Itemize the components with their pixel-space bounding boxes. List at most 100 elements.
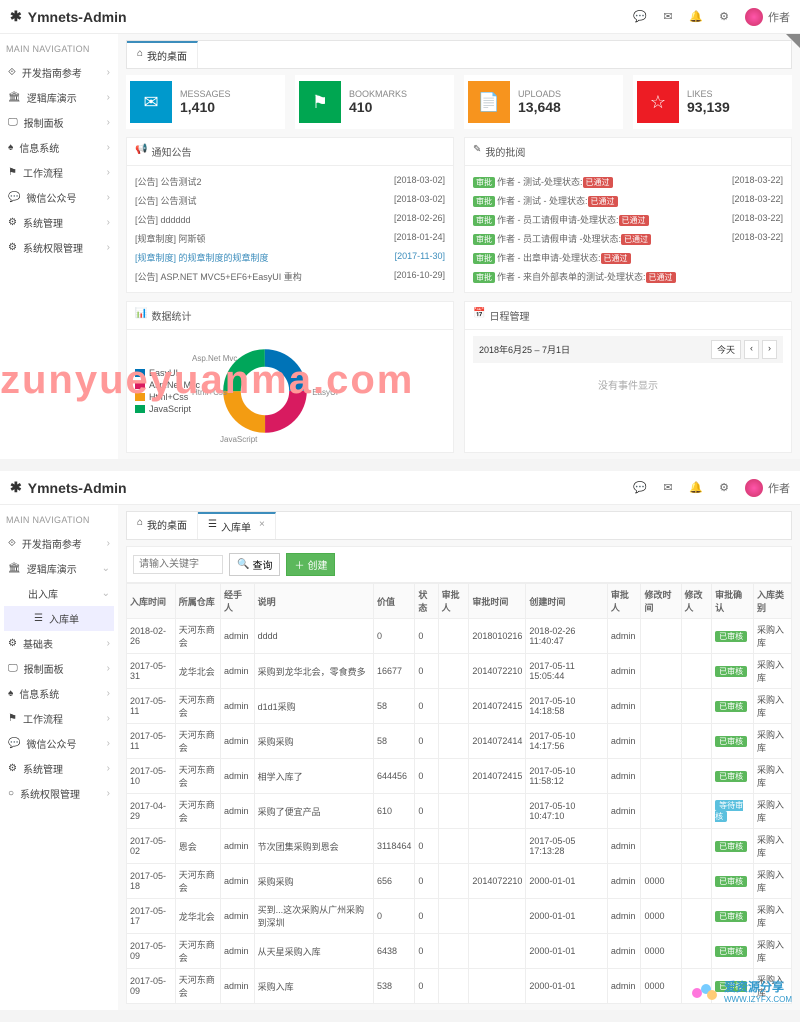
sidebar-item[interactable]: 🏛逻辑库演示⌄ (4, 556, 114, 581)
announce-row[interactable]: [公告] 公告测试2[2018-03-02] (135, 172, 445, 191)
avatar (745, 8, 763, 26)
table-row[interactable]: 2017-05-17龙华北会admin买到...这次采购从广州采购到深圳0020… (127, 899, 792, 934)
table-row[interactable]: 2017-05-31龙华北会admin采购到龙华北会，零食费多166770201… (127, 654, 792, 689)
col-header[interactable]: 入库时间 (127, 584, 176, 619)
sidebar-item[interactable]: 出入库⌄ (4, 581, 114, 606)
sidebar-item[interactable]: ♠信息系统› (4, 135, 114, 160)
menu-icon: ⚙ (8, 217, 17, 228)
sidebar-item[interactable]: 🏛逻辑库演示› (4, 85, 114, 110)
stat-card[interactable]: ⚑BOOKMARKS410 (295, 75, 454, 129)
col-header[interactable]: 审批时间 (469, 584, 526, 619)
table-row[interactable]: 2017-05-09天河东商会admin从天星采购入库643802000-01-… (127, 934, 792, 969)
bell-icon[interactable]: 🔔 (689, 481, 703, 495)
table-row[interactable]: 2017-05-11天河东商会admin采购采购5802014072414201… (127, 724, 792, 759)
settings-icon[interactable]: ⚙ (717, 10, 731, 24)
stat-icon: ✉ (130, 81, 172, 123)
tab-desktop[interactable]: ⌂我的桌面 (127, 41, 198, 68)
announce-row[interactable]: [规章制度] 的规章制度的规章制度[2017-11-30] (135, 248, 445, 267)
sidebar-item[interactable]: 💬微信公众号› (4, 185, 114, 210)
stat-card[interactable]: ✉MESSAGES1,410 (126, 75, 285, 129)
collapse-corner[interactable] (786, 34, 800, 48)
chat-icon[interactable]: 💬 (633, 481, 647, 495)
menu-icon: ♠ (8, 142, 13, 153)
bell-icon[interactable]: 🔔 (689, 10, 703, 24)
user-menu[interactable]: 作者 (745, 479, 790, 497)
approval-row[interactable]: 审批作者 - 员工请假申请-处理状态:已通过[2018-03-22] (473, 210, 783, 229)
sidebar-item[interactable]: 🖵报制面板› (4, 656, 114, 681)
stat-icon: ☆ (637, 81, 679, 123)
list-icon: ☰ (208, 519, 217, 534)
announce-row[interactable]: [公告] dddddd[2018-02-26] (135, 210, 445, 229)
col-header[interactable]: 修改时间 (641, 584, 681, 619)
logo-icon: ✱ (10, 8, 22, 25)
col-header[interactable]: 说明 (254, 584, 373, 619)
sidebar-item[interactable]: ⚙系统管理› (4, 756, 114, 781)
legend-item: Asp.Net Mvc (135, 380, 200, 390)
table-row[interactable]: 2017-04-29天河东商会admin采购了便宜产品61002017-05-1… (127, 794, 792, 829)
sidebar-item[interactable]: ⚙基础表› (4, 631, 114, 656)
approval-row[interactable]: 审批作者 - 来自外部表单的测试-处理状态:已通过 (473, 267, 783, 286)
create-button[interactable]: ＋创建 (286, 553, 335, 576)
announce-row[interactable]: [公告] 公告测试[2018-03-02] (135, 191, 445, 210)
prev-button[interactable]: ‹ (744, 340, 759, 359)
col-header[interactable]: 入库类别 (753, 584, 791, 619)
col-header[interactable]: 审批人 (607, 584, 641, 619)
search-input[interactable] (133, 555, 223, 574)
menu-icon: 💬 (8, 738, 20, 749)
panel-announce: 📢通知公告 [公告] 公告测试2[2018-03-02][公告] 公告测试[20… (126, 137, 454, 293)
next-button[interactable]: › (762, 340, 777, 359)
legend-item: Html+Css (135, 392, 200, 402)
footer-watermark: 爱资源分享 WWW.IZYFX.COM (690, 978, 792, 1004)
col-header[interactable]: 创建时间 (526, 584, 608, 619)
avatar (745, 479, 763, 497)
settings-icon[interactable]: ⚙ (717, 481, 731, 495)
sidebar-item[interactable]: 🖵报制面板› (4, 110, 114, 135)
stat-card[interactable]: ☆LIKES93,139 (633, 75, 792, 129)
search-button[interactable]: 🔍查询 (229, 553, 280, 576)
user-menu[interactable]: 作者 (745, 8, 790, 26)
flower-icon (690, 981, 720, 1001)
table-row[interactable]: 2018-02-26天河东商会admindddd0020180102162018… (127, 619, 792, 654)
col-header[interactable]: 修改人 (681, 584, 712, 619)
sidebar-item[interactable]: ⚑工作流程› (4, 706, 114, 731)
sidebar-item[interactable]: ♠信息系统› (4, 681, 114, 706)
approval-row[interactable]: 审批作者 - 出章申请-处理状态:已通过 (473, 248, 783, 267)
menu-icon: ⚙ (8, 763, 17, 774)
menu-icon: ⚙ (8, 242, 17, 253)
mail-icon[interactable]: ✉ (661, 10, 675, 24)
tab-entry[interactable]: ☰入库单× (198, 512, 276, 539)
announce-row[interactable]: [规章制度] 阿斯顿[2018-01-24] (135, 229, 445, 248)
table-row[interactable]: 2017-05-11天河东商会admind1d1采购58020140724152… (127, 689, 792, 724)
table-row[interactable]: 2017-05-18天河东商会admin采购采购6560201407221020… (127, 864, 792, 899)
today-button[interactable]: 今天 (711, 340, 741, 359)
table-row[interactable]: 2017-05-02恩会admin节次团集采购到恩会311846402017-0… (127, 829, 792, 864)
col-header[interactable]: 状态 (415, 584, 438, 619)
sidebar-item[interactable]: ⚙系统权限管理› (4, 235, 114, 260)
col-header[interactable]: 经手人 (221, 584, 255, 619)
panel-approval: ✎我的批阅 审批作者 - 测试-处理状态:已通过[2018-03-22]审批作者… (464, 137, 792, 293)
sidebar-item[interactable]: ⟐开发指南参考› (4, 531, 114, 556)
menu-icon: ⚑ (8, 167, 17, 178)
approval-row[interactable]: 审批作者 - 员工请假申请 -处理状态:已通过[2018-03-22] (473, 229, 783, 248)
close-icon[interactable]: × (259, 519, 265, 534)
col-header[interactable]: 所属仓库 (175, 584, 220, 619)
sidebar-item[interactable]: ⚙系统管理› (4, 210, 114, 235)
sidebar-item[interactable]: 💬微信公众号› (4, 731, 114, 756)
chat-icon[interactable]: 💬 (633, 10, 647, 24)
col-header[interactable]: 审批确认 (712, 584, 754, 619)
tab-desktop[interactable]: ⌂我的桌面 (127, 512, 198, 539)
search-icon: 🔍 (237, 559, 249, 570)
table-row[interactable]: 2017-05-10天河东商会admin相学入库了644456020140724… (127, 759, 792, 794)
approval-row[interactable]: 审批作者 - 测试-处理状态:已通过[2018-03-22] (473, 172, 783, 191)
menu-icon: ⚑ (8, 713, 17, 724)
approval-row[interactable]: 审批作者 - 测试 - 处理状态:已通过[2018-03-22] (473, 191, 783, 210)
col-header[interactable]: 审批人 (438, 584, 469, 619)
sidebar-item[interactable]: ⚑工作流程› (4, 160, 114, 185)
sidebar-item[interactable]: ⟐开发指南参考› (4, 60, 114, 85)
col-header[interactable]: 价值 (373, 584, 414, 619)
stat-card[interactable]: 📄UPLOADS13,648 (464, 75, 623, 129)
sidebar-item[interactable]: ☰入库单 (4, 606, 114, 631)
sidebar-item[interactable]: ○系统权限管理› (4, 781, 114, 806)
announce-row[interactable]: [公告] ASP.NET MVC5+EF6+EasyUI 重构[2016-10-… (135, 267, 445, 286)
mail-icon[interactable]: ✉ (661, 481, 675, 495)
